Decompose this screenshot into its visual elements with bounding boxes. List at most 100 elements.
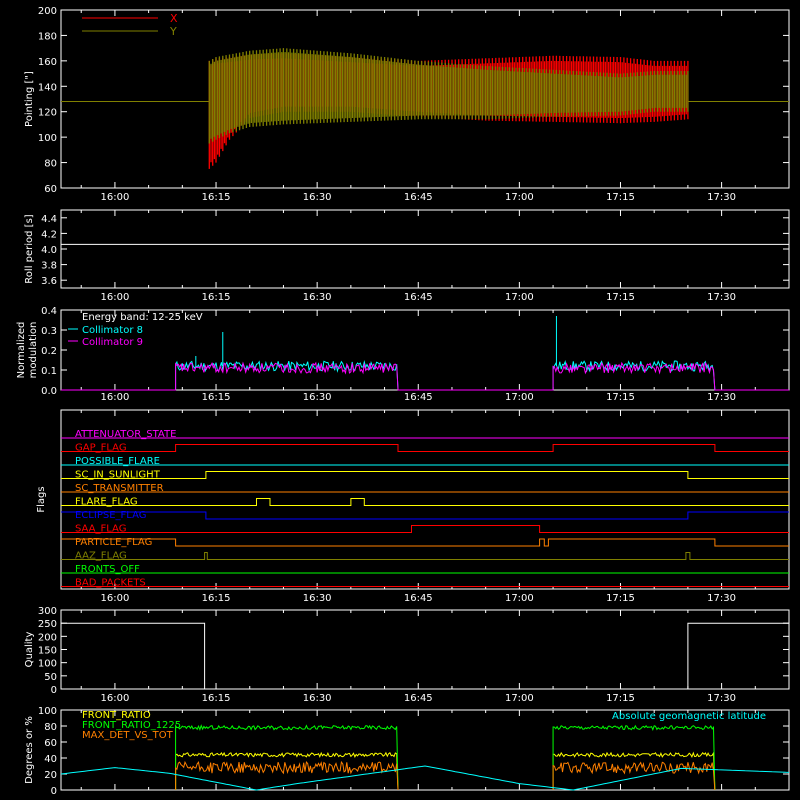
series-max_det_vs_tot: [175, 760, 716, 791]
legend-label: Collimator 8: [82, 325, 143, 336]
y-tick-label: 4.2: [41, 229, 57, 240]
x-tick-label: 16:00: [101, 693, 130, 704]
y-tick-label: 180: [38, 31, 57, 42]
y-tick-label: 0.4: [41, 306, 57, 317]
x-tick-label: 16:15: [202, 292, 231, 303]
y-tick-label: 60: [44, 184, 57, 195]
series-front_ratio: [175, 751, 716, 791]
y-tick-label: 0.3: [41, 326, 57, 337]
panel-2: 16:00 16:15 16:30 16:45 17:00 17:15 17:30 0.0 0.…: [16, 306, 790, 403]
y-tick-label: 100: [38, 659, 57, 670]
x-tick-label: 17:15: [606, 192, 635, 203]
x-tick-label: 17:15: [606, 593, 635, 604]
y-tick-label: 4.0: [41, 245, 57, 256]
y-tick-label: 0: [51, 685, 57, 696]
y-tick-label: 160: [38, 57, 57, 68]
x-tick-label: 16:00: [101, 392, 130, 403]
legend-label: Absolute geomagnetic latitude: [612, 711, 766, 722]
x-tick-label: 16:45: [404, 192, 433, 203]
flag-label: FRONTS_OFF: [75, 564, 140, 575]
panel-5: 020406080100Degrees or %FRONT_RATIOFRONT…: [24, 706, 790, 797]
x-tick-label: 16:15: [202, 392, 231, 403]
y-tick-label: 0.0: [41, 386, 57, 397]
x-tick-label: 17:15: [606, 693, 635, 704]
y-tick-label: 250: [38, 619, 57, 630]
x-tick-label: 16:30: [303, 292, 332, 303]
flag-label: POSSIBLE_FLARE: [75, 456, 160, 467]
x-tick-label: 17:30: [707, 292, 736, 303]
y-tick-label: 0.2: [41, 346, 57, 357]
y-tick-label: 150: [38, 646, 57, 657]
flag-label: AAZ_FLAG: [75, 551, 127, 562]
y-tick-label: 0: [51, 786, 57, 797]
y-tick-label: 120: [38, 108, 57, 119]
y-tick-label: 4.4: [41, 214, 57, 225]
x-tick-label: 17:00: [505, 192, 534, 203]
y-tick-label: 40: [44, 754, 57, 765]
flag-line-saa_flag: [61, 525, 789, 533]
y-tick-label: 3.8: [41, 261, 57, 272]
x-tick-label: 16:30: [303, 693, 332, 704]
x-tick-label: 16:30: [303, 192, 332, 203]
flag-line-gap_flag: [61, 444, 789, 452]
x-tick-label: 17:00: [505, 292, 534, 303]
x-tick-label: 16:15: [202, 593, 231, 604]
y-tick-label: 80: [44, 159, 57, 170]
y-axis-label: Quality: [24, 632, 35, 668]
panel-1: 16:00 16:15 16:30 16:45 17:00 17:15 17:30 3.6 3.…: [24, 209, 790, 303]
y-tick-label: 50: [44, 672, 57, 683]
y-axis-label: modulation: [28, 322, 39, 379]
x-tick-label: 16:45: [404, 392, 433, 403]
flag-line-eclipse_flag: [61, 511, 789, 520]
y-tick-label: 0.1: [41, 366, 57, 377]
x-tick-label: 16:00: [101, 593, 130, 604]
y-axis-label: Pointing ["]: [24, 71, 35, 127]
y-axis-label: Degrees or %: [24, 716, 35, 784]
flag-label: SC_IN_SUNLIGHT: [75, 470, 161, 481]
series-collimator-9: [61, 361, 789, 391]
y-axis-label: Flags: [36, 486, 47, 512]
x-tick-label: 17:30: [707, 693, 736, 704]
y-tick-label: 100: [38, 133, 57, 144]
x-tick-label: 16:15: [202, 693, 231, 704]
x-tick-label: 16:00: [101, 292, 130, 303]
panel-frame: [60, 609, 790, 690]
y-tick-label: 200: [38, 6, 57, 17]
x-tick-label: 17:00: [505, 693, 534, 704]
flag-label: PARTICLE_FLAG: [75, 537, 152, 548]
x-tick-label: 16:00: [101, 192, 130, 203]
flag-label: GAP_FLAG: [75, 443, 127, 454]
x-tick-label: 17:30: [707, 192, 736, 203]
series-front_ratio_1225: [175, 724, 716, 791]
flag-line-flare_flag: [61, 498, 789, 506]
x-tick-label: 16:30: [303, 593, 332, 604]
series-absolute-geomagnetic-latitude: [60, 765, 790, 791]
x-tick-label: 17:30: [707, 392, 736, 403]
legend-label: Collimator 9: [82, 337, 143, 348]
x-tick-label: 17:00: [505, 392, 534, 403]
x-tick-label: 17:15: [606, 392, 635, 403]
rhessi-quicklook-plot: 16:00 16:15 16:30 16:45 17:00 17:15 17:30 60 80 1…: [16, 6, 790, 797]
legend-label: Y: [169, 25, 177, 38]
y-tick-label: 200: [38, 632, 57, 643]
y-axis-label: Normalized: [16, 322, 27, 379]
y-tick-label: 100: [38, 706, 57, 717]
legend-label: MAX_DET_VS_TOT: [82, 730, 174, 741]
x-tick-label: 17:00: [505, 593, 534, 604]
x-tick-label: 16:30: [303, 392, 332, 403]
flag-label: SAA_FLAG: [75, 524, 126, 535]
panel-4: 16:00 16:15 16:30 16:45 17:00 17:15 17:30 0 50 10…: [24, 606, 790, 704]
y-axis-label: Roll period [s]: [24, 214, 35, 283]
flag-line-particle_flag: [61, 538, 789, 547]
x-tick-label: 16:45: [404, 292, 433, 303]
x-tick-label: 16:45: [404, 593, 433, 604]
flag-line-sc_in_sunlight: [61, 471, 789, 479]
panel-3: 16:00 16:15 16:30 16:45 17:00 17:15 17:30 Flags…: [36, 409, 790, 604]
x-tick-label: 17:15: [606, 292, 635, 303]
y-tick-label: 3.6: [41, 276, 57, 287]
flag-label: ATTENUATOR_STATE: [75, 429, 176, 440]
x-tick-label: 16:15: [202, 192, 231, 203]
flag-line-aaz_flag: [61, 552, 789, 560]
y-tick-label: 300: [38, 606, 57, 617]
y-tick-label: 140: [38, 82, 57, 93]
